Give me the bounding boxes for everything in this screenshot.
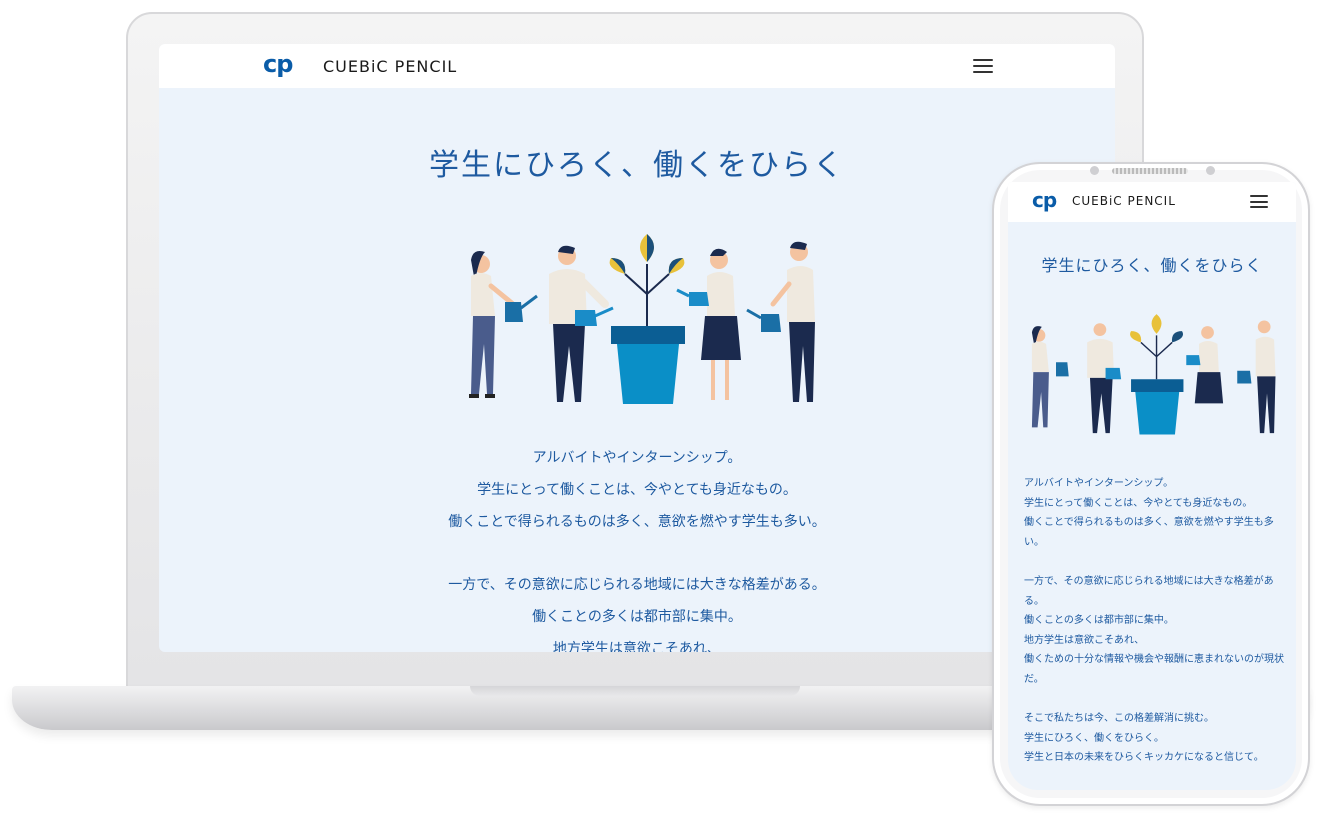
phone-sensor [1206,166,1215,175]
phone-screen: cp CUEBiC PENCIL 学生にひろく、働くをひらく アルバイトやインタ… [1008,182,1296,790]
copy-line: 地方学生は意欲こそあれ、 [1024,634,1145,646]
copy-line: 地方学生は意欲こそあれ、 [552,641,722,652]
copy-line: 学生にとって働くことは、今やとても身近なもの。 [477,482,797,498]
person-man-left [549,245,614,402]
phone-camera [1090,166,1099,175]
copy-line: アルバイトやインターンシップ。 [532,450,742,466]
mobile-header: cp CUEBiC PENCIL [1008,182,1296,222]
copy-line: だ。 [1024,673,1044,685]
hamburger-icon[interactable] [973,59,993,73]
hero-illustration [1031,314,1276,435]
laptop-screen: cp CUEBiC PENCIL 学生にひろく、働くをひらく アルバイトやインタ… [159,44,1115,652]
copy-line: そこで私たちは今、この格差解消に挑む。 [1024,713,1214,725]
hamburger-icon[interactable] [1250,195,1268,208]
person-woman-left [469,251,538,398]
cp-logo-icon[interactable]: cp [263,50,293,78]
copy-line: 働くことで得られるものは多く、意欲を燃やす学生も多い。 [448,514,826,530]
hero-title: 学生にひろく、働くをひらく [1041,256,1263,275]
copy-line: る。 [1024,595,1044,607]
person-woman-right [676,248,741,400]
site-header: cp CUEBiC PENCIL [159,44,1115,88]
cp-logo-icon[interactable]: cp [1032,188,1057,212]
brand-name[interactable]: CUEBiC PENCIL [1072,194,1176,208]
copy-line [1024,690,1286,710]
mobile-copy: アルバイトやインターンシップ。 学生にとって働くことは、今やとても身近なもの。 … [1024,474,1286,768]
copy-line: 学生にとって働くことは、今やとても身近なもの。 [1024,497,1253,509]
copy-line: 働くことの多くは都市部に集中。 [532,609,742,625]
person-man-right [746,241,815,402]
hero-title: 学生にひろく、働くをひらく [429,148,845,183]
copy-line: 一方で、その意欲に応じられる地域には大きな格差があ [1024,575,1274,587]
copy-line [159,538,1115,569]
hero-copy: アルバイトやインターンシップ。 学生にとって働くことは、今やとても身近なもの。 … [159,442,1115,652]
copy-line: 働くことで得られるものは多く、意欲を燃やす学生も多 [1024,517,1274,529]
copy-line: アルバイトやインターンシップ。 [1024,478,1174,489]
copy-line: 働くことの多くは都市部に集中。 [1024,615,1174,627]
copy-line: 働くための十分な情報や機会や報酬に恵まれないのが現状 [1024,654,1284,666]
brand-name[interactable]: CUEBiC PENCIL [323,57,457,76]
copy-line: 一方で、その意欲に応じられる地域には大きな格差がある。 [448,577,826,593]
phone-speaker [1112,168,1188,174]
hero-illustration [469,234,815,404]
plant-pot [609,234,685,404]
laptop-notch [470,686,800,696]
copy-line [1024,552,1286,572]
copy-line: 学生にひろく、働くをひらく。 [1024,732,1164,744]
copy-line: い。 [1024,536,1044,548]
copy-line: 学生と日本の未来をひらくキッカケになると信じて。 [1024,752,1264,764]
